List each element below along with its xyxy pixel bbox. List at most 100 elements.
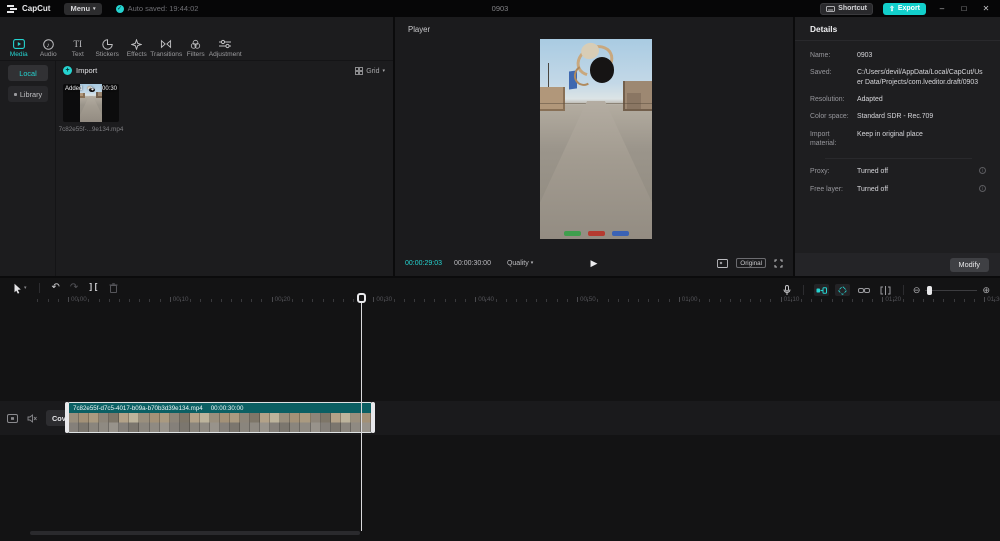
detail-row-color-space: Color space: Standard SDR - Rec.709 bbox=[810, 112, 986, 121]
split-button[interactable]: ][ bbox=[88, 283, 98, 293]
ruler-tick bbox=[638, 299, 639, 302]
detail-value: Keep in original place bbox=[857, 130, 986, 149]
filmstrip-frame bbox=[89, 413, 99, 433]
ruler-tick bbox=[669, 299, 670, 302]
delete-button[interactable] bbox=[109, 283, 118, 293]
export-button[interactable]: ⇧ Export bbox=[883, 3, 926, 15]
chevron-down-icon: ▾ bbox=[531, 260, 534, 266]
tab-effects[interactable]: Effects bbox=[122, 36, 152, 60]
maximize-button[interactable]: □ bbox=[958, 4, 970, 13]
details-panel-title: Details bbox=[795, 17, 1000, 41]
quality-dropdown[interactable]: Quality ▾ bbox=[507, 260, 533, 267]
ruler-tick bbox=[832, 299, 833, 302]
filmstrip-frame bbox=[311, 413, 321, 433]
media-item[interactable]: Added 00:30 ↷ bbox=[63, 84, 119, 122]
tab-stickers[interactable]: Stickers bbox=[93, 36, 123, 60]
close-button[interactable]: ✕ bbox=[980, 4, 992, 13]
ruler-tick bbox=[58, 299, 59, 302]
tab-media[interactable]: Media bbox=[4, 36, 34, 60]
undo-button[interactable]: ↶ bbox=[52, 283, 60, 293]
select-tool-button[interactable] bbox=[13, 283, 22, 294]
ruler-tick bbox=[221, 299, 222, 302]
ruler-tick bbox=[597, 299, 598, 302]
detail-label: Color space: bbox=[810, 112, 857, 121]
play-button[interactable]: ▶ bbox=[591, 258, 598, 269]
ruler-tick bbox=[709, 299, 710, 302]
ruler-tick bbox=[506, 299, 507, 302]
minimize-button[interactable]: – bbox=[936, 4, 948, 13]
player-controls: 00:00:29:03 00:00:30:00 Quality ▾ ▶ Orig… bbox=[395, 256, 793, 270]
timeline-scrollbar[interactable] bbox=[30, 531, 360, 535]
ruler-tick-major bbox=[984, 297, 985, 302]
ruler-tick bbox=[261, 299, 262, 302]
chevron-down-icon: ▾ bbox=[382, 68, 385, 74]
tab-filters[interactable]: Filters bbox=[181, 36, 211, 60]
ruler-tick-major bbox=[373, 297, 374, 302]
ruler-tick bbox=[323, 299, 324, 302]
ruler-tick bbox=[99, 299, 100, 302]
timeline-clip[interactable]: 7c82e55f-d7c5-4017-b09a-b70b3d39e134.mp4… bbox=[68, 402, 372, 433]
duration-badge: 00:30 bbox=[102, 86, 117, 92]
ruler-tick bbox=[913, 299, 914, 302]
sidebar-item-library[interactable]: Library bbox=[8, 86, 48, 102]
sidebar-item-local[interactable]: Local bbox=[8, 65, 48, 81]
timeline-ruler[interactable]: 00:0000:1000:2000:3000:4000:5001:0001:10… bbox=[0, 293, 1000, 307]
app-name: CapCut bbox=[22, 4, 50, 13]
filmstrip-frame bbox=[361, 413, 371, 433]
quality-label: Quality bbox=[507, 260, 529, 267]
filmstrip-frame bbox=[280, 413, 290, 433]
sidebar-divider bbox=[55, 60, 56, 293]
ratio-icon[interactable] bbox=[717, 259, 728, 268]
mute-track-icon[interactable] bbox=[27, 414, 37, 423]
filmstrip-frame bbox=[200, 413, 210, 433]
tab-transitions[interactable]: Transitions bbox=[152, 36, 182, 60]
clip-header: 7c82e55f-d7c5-4017-b09a-b70b3d39e134.mp4… bbox=[69, 403, 371, 413]
grid-view-toggle[interactable]: Grid ▾ bbox=[355, 67, 385, 75]
modify-button[interactable]: Modify bbox=[950, 258, 990, 272]
tab-text[interactable]: TI Text bbox=[63, 36, 93, 60]
ruler-tick bbox=[770, 299, 771, 302]
ruler-tick bbox=[557, 299, 558, 302]
ruler-tick bbox=[129, 299, 130, 302]
caption-pill-blue bbox=[612, 231, 629, 236]
ruler-tick bbox=[842, 299, 843, 302]
details-panel: Details Name: 0903 Saved: C:/Users/devil… bbox=[795, 17, 1000, 276]
ruler-tick-major bbox=[170, 297, 171, 302]
fullscreen-icon[interactable] bbox=[774, 259, 783, 268]
ruler-label: 00:10 bbox=[173, 296, 189, 303]
ruler-tick bbox=[811, 299, 812, 302]
detail-value: Adapted bbox=[857, 95, 986, 104]
tab-label: Adjustment bbox=[209, 51, 242, 58]
ruler-tick bbox=[516, 299, 517, 302]
shortcut-button[interactable]: Shortcut bbox=[820, 3, 873, 15]
filmstrip-frame bbox=[210, 413, 220, 433]
menu-button[interactable]: Menu ▾ bbox=[64, 3, 101, 15]
track-options-icon[interactable] bbox=[7, 414, 18, 423]
ruler-tick bbox=[414, 299, 415, 302]
clip-trim-handle-right[interactable] bbox=[371, 402, 375, 433]
tab-adjustment[interactable]: Adjustment bbox=[211, 36, 241, 60]
import-button[interactable]: + Import bbox=[63, 66, 97, 75]
filmstrip-frame bbox=[270, 413, 280, 433]
filmstrip-frame bbox=[170, 413, 180, 433]
ruler-tick bbox=[48, 299, 49, 302]
info-icon[interactable]: i bbox=[979, 167, 986, 174]
playhead-handle[interactable] bbox=[357, 293, 366, 303]
filmstrip-frame bbox=[129, 413, 139, 433]
ruler-tick bbox=[394, 299, 395, 302]
clip-trim-handle-left[interactable] bbox=[65, 402, 69, 433]
filmstrip-frame bbox=[150, 413, 160, 433]
redo-button[interactable]: ↷ bbox=[70, 283, 78, 293]
original-scale-button[interactable]: Original bbox=[736, 258, 766, 268]
tab-audio[interactable]: ♪ Audio bbox=[34, 36, 64, 60]
timeline-zoom-slider[interactable] bbox=[925, 290, 977, 291]
video-preview[interactable] bbox=[540, 39, 652, 239]
upload-icon: ⇧ bbox=[889, 5, 895, 13]
detail-row-saved: Saved: C:/Users/devil/AppData/Local/CapC… bbox=[810, 68, 986, 87]
info-icon[interactable]: i bbox=[979, 185, 986, 192]
ruler-label: 01:10 bbox=[784, 296, 800, 303]
details-footer: Modify bbox=[795, 253, 1000, 276]
filmstrip-frame bbox=[230, 413, 240, 433]
chevron-down-icon[interactable]: ▾ bbox=[24, 285, 27, 291]
titlebar: CapCut Menu ▾ ✓ Auto saved: 19:44:02 090… bbox=[0, 0, 1000, 17]
